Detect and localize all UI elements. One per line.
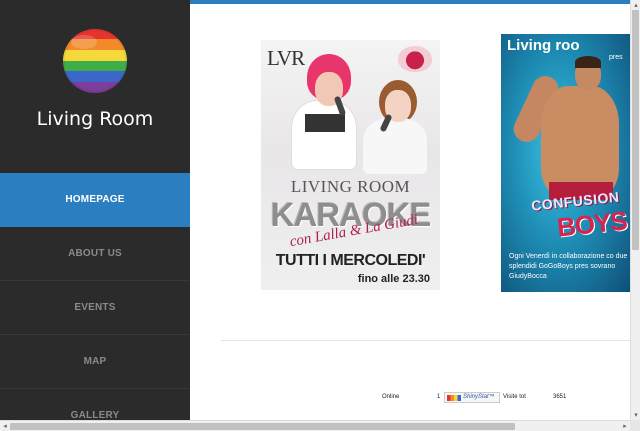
poster-figure-hair [575,56,601,68]
poster-boys: BOYS [555,205,629,243]
poster-day: TUTTI I MERCOLEDI' [275,252,426,269]
lips-badge-icon [398,46,432,72]
vertical-scroll-thumb[interactable] [632,10,639,250]
karaoke-poster[interactable]: LVR LIVING ROOM KARAOKE con Lalla & La G… [261,40,440,290]
scroll-down-icon[interactable]: ▾ [631,410,640,420]
scroll-up-icon[interactable]: ▴ [631,0,640,10]
poster-figure-body [291,100,357,170]
poster-venue: LIVING ROOM [290,177,411,196]
shinystat-label: ShinyStat™ [463,394,495,400]
vertical-scrollbar[interactable]: ▴ ▾ [630,0,640,420]
main-content: LVR LIVING ROOM KARAOKE con Lalla & La G… [190,0,630,420]
nav-item-gallery[interactable]: GALLERY [0,389,190,420]
shinystat-badge[interactable]: ShinyStat™ [444,392,500,403]
nav-item-events[interactable]: EVENTS [0,281,190,335]
nav-item-map[interactable]: MAP [0,335,190,389]
online-value: 1 [437,394,441,400]
poster-figure-torso [541,86,619,196]
poster-body-text: Ogni Venerdì in collaborazione co due sp… [509,253,628,280]
rainbow-logo[interactable] [63,29,127,93]
brand-title[interactable]: Living Room [0,108,190,130]
sidebar: Living Room HOMEPAGE ABOUT US EVENTS MAP… [0,0,190,420]
nav-item-homepage[interactable]: HOMEPAGE [0,173,190,227]
shinystat-logo-icon [447,395,461,401]
horizontal-scrollbar[interactable]: ◂ ▸ [0,420,630,431]
top-accent-bar [190,0,630,4]
poster-figure-body [363,118,427,174]
poster-time: fino alle 23.30 [357,273,430,285]
scroll-right-icon[interactable]: ▸ [620,421,630,431]
poster-title: Living roo [507,37,580,54]
scroll-left-icon[interactable]: ◂ [0,421,10,431]
horizontal-scroll-thumb[interactable] [10,423,515,430]
content-divider [221,340,630,341]
visits-value: 3651 [553,394,567,400]
confusion-boys-poster[interactable]: Living roo pres CONFUSION BOYS Ogni Vene… [501,34,630,292]
main-nav: HOMEPAGE ABOUT US EVENTS MAP GALLERY [0,173,190,420]
visits-label: Visite tot [503,394,526,400]
nav-item-about-us[interactable]: ABOUT US [0,227,190,281]
poster-figure-stripe [305,114,345,132]
online-label: Online [382,394,400,400]
poster-logo: LVR [267,46,305,70]
poster-subtitle: pres [609,54,623,61]
scrollbar-corner [630,420,640,431]
